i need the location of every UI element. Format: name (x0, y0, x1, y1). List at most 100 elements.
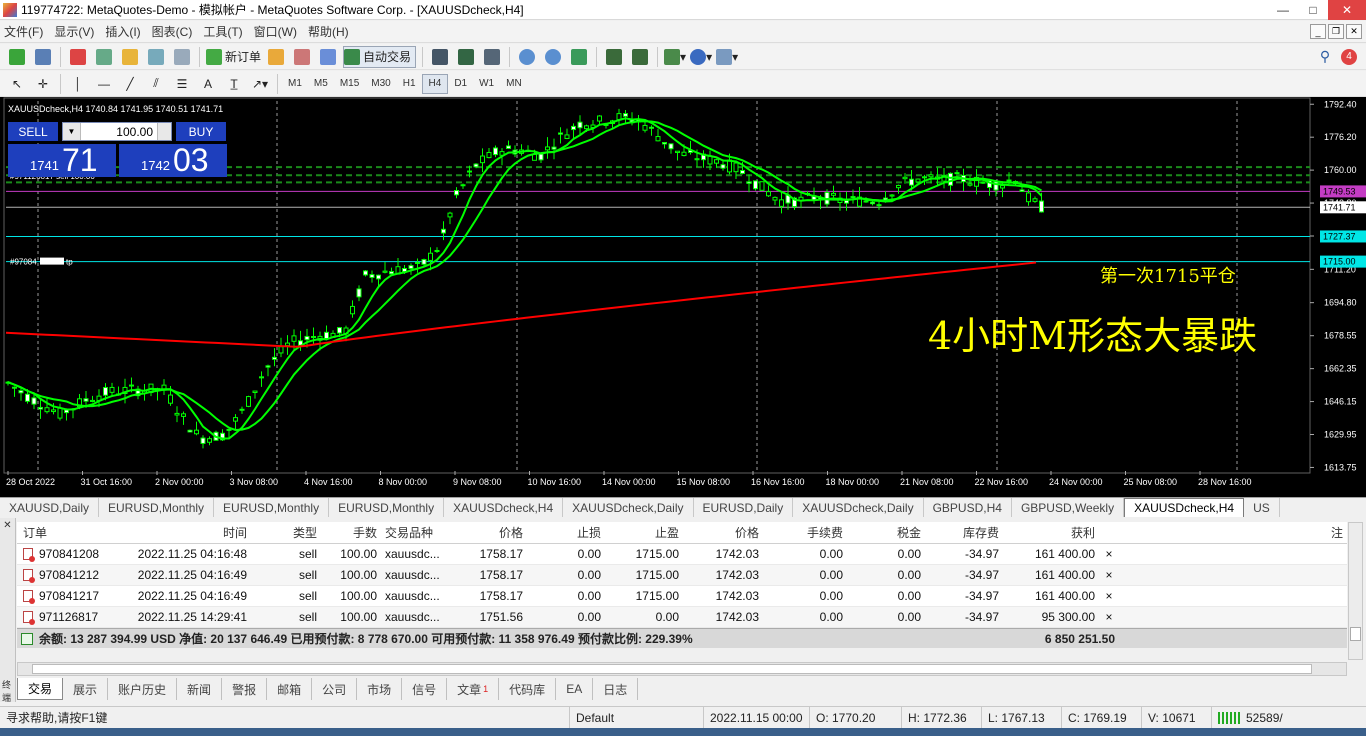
chart-tab[interactable]: EURUSD,Daily (694, 498, 794, 517)
zoom-out-button[interactable] (542, 46, 564, 68)
column-header[interactable]: 订单 (17, 522, 137, 543)
close-icon[interactable]: ✕ (0, 520, 15, 531)
cursor-tool[interactable]: ↖ (6, 73, 28, 95)
column-header[interactable]: 止盈 (605, 522, 683, 543)
terminal-tab[interactable]: 公司 (312, 678, 358, 700)
buy-button[interactable]: BUY (176, 122, 226, 141)
close-position-icon[interactable]: × (1099, 544, 1119, 564)
notifications-button[interactable]: 4 (1338, 46, 1360, 68)
column-header[interactable] (1099, 522, 1119, 543)
terminal-tab[interactable]: 交易 (17, 678, 64, 700)
signals-button[interactable] (317, 46, 339, 68)
indicators-button[interactable]: ▾ (664, 46, 686, 68)
terminal-tab[interactable]: 日志 (593, 678, 639, 700)
mdi-minimize-button[interactable]: _ (1310, 24, 1326, 39)
column-header[interactable]: 价格 (453, 522, 527, 543)
periods-button[interactable]: ▾ (690, 46, 712, 68)
text-label-tool[interactable]: T̲ (223, 73, 245, 95)
column-header[interactable]: 止损 (527, 522, 605, 543)
market-watch-button[interactable] (67, 46, 89, 68)
chart-tab[interactable]: GBPUSD,H4 (924, 498, 1012, 517)
minimize-button[interactable]: — (1268, 0, 1298, 20)
bid-quote[interactable]: 1741 71 (8, 144, 116, 177)
market-button[interactable] (291, 46, 313, 68)
terminal-tab[interactable]: 邮箱 (267, 678, 313, 700)
menu-charts[interactable]: 图表(C) (148, 23, 200, 40)
menu-view[interactable]: 显示(V) (50, 23, 101, 40)
profiles-button[interactable] (32, 46, 54, 68)
menu-window[interactable]: 窗口(W) (250, 23, 304, 40)
maximize-button[interactable]: □ (1298, 0, 1328, 20)
fibonacci-tool[interactable]: ☰ (171, 73, 193, 95)
trendline-tool[interactable]: ╱ (119, 73, 141, 95)
column-header[interactable]: 类型 (253, 522, 323, 543)
terminal-button[interactable] (145, 46, 167, 68)
timeframe-w1[interactable]: W1 (473, 74, 500, 94)
timeframe-m15[interactable]: M15 (334, 74, 365, 94)
search-button[interactable]: ⚲ (1314, 46, 1336, 68)
chart-tab[interactable]: EURUSD,Monthly (214, 498, 330, 517)
zoom-in-button[interactable] (516, 46, 538, 68)
vertical-scrollbar[interactable] (1348, 522, 1363, 660)
new-order-button[interactable]: 新订单 (206, 46, 261, 68)
close-position-icon[interactable]: × (1099, 586, 1119, 606)
volume-field[interactable]: ▼ 100.00 (62, 122, 172, 141)
timeframe-h4[interactable]: H4 (421, 73, 449, 94)
menu-help[interactable]: 帮助(H) (304, 23, 356, 40)
table-row[interactable]: 970841212 2022.11.25 04:16:49 sell 100.00 xa… (17, 565, 1347, 586)
line-chart-button[interactable] (481, 46, 503, 68)
mdi-restore-button[interactable]: ❐ (1328, 24, 1344, 39)
timeframe-mn[interactable]: MN (500, 74, 528, 94)
chart-tab[interactable]: XAUUSDcheck,Daily (563, 498, 694, 517)
table-row[interactable]: 970841208 2022.11.25 04:16:48 sell 100.00 xa… (17, 544, 1347, 565)
column-header[interactable]: 手数 (323, 522, 381, 543)
text-tool[interactable]: A (197, 73, 219, 95)
chart-tab[interactable]: US (1244, 498, 1280, 517)
timeframe-h1[interactable]: H1 (397, 74, 422, 94)
terminal-tab[interactable]: 代码库 (499, 678, 557, 700)
bar-chart-button[interactable] (429, 46, 451, 68)
volume-spinner[interactable] (157, 123, 171, 140)
close-position-icon[interactable]: × (1099, 565, 1119, 585)
column-header[interactable]: 注 (1119, 522, 1347, 543)
crosshair-tool[interactable]: ✛ (32, 73, 54, 95)
close-button[interactable]: ✕ (1328, 0, 1366, 20)
table-row[interactable]: 970841217 2022.11.25 04:16:49 sell 100.00 xa… (17, 586, 1347, 607)
ask-quote[interactable]: 1742 03 (119, 144, 227, 177)
terminal-tab[interactable]: 账户历史 (108, 678, 178, 700)
terminal-tab[interactable]: 新闻 (177, 678, 223, 700)
sell-button[interactable]: SELL (8, 122, 58, 141)
terminal-tab[interactable]: 文章 1 (447, 678, 500, 700)
chart-tab[interactable]: XAUUSDcheck,H4 (1124, 498, 1245, 517)
table-row[interactable]: 971126817 2022.11.25 14:29:41 sell 100.00 xa… (17, 607, 1347, 628)
terminal-tab[interactable]: EA (556, 678, 594, 700)
column-header[interactable]: 交易品种 (381, 522, 453, 543)
column-header[interactable]: 时间 (137, 522, 253, 543)
chart-tab[interactable]: XAUUSDcheck,H4 (444, 498, 564, 517)
horizontal-scrollbar[interactable] (17, 662, 1347, 676)
vertical-line-tool[interactable]: │ (67, 73, 89, 95)
volume-value[interactable]: 100.00 (81, 125, 157, 139)
menu-insert[interactable]: 插入(I) (101, 23, 147, 40)
chart-tab[interactable]: XAUUSD,Daily (0, 498, 100, 517)
timeframe-m1[interactable]: M1 (282, 74, 308, 94)
scrollbar-thumb[interactable] (1350, 627, 1361, 641)
data-window-button[interactable] (93, 46, 115, 68)
new-chart-button[interactable] (6, 46, 28, 68)
chart-shift-button[interactable] (629, 46, 651, 68)
chart-tab[interactable]: EURUSD,Monthly (99, 498, 215, 517)
chart-tab[interactable]: EURUSD,Monthly (329, 498, 445, 517)
close-position-icon[interactable]: × (1099, 607, 1119, 627)
tile-windows-button[interactable] (568, 46, 590, 68)
menu-file[interactable]: 文件(F) (0, 23, 50, 40)
column-header[interactable]: 手续费 (763, 522, 847, 543)
menu-tools[interactable]: 工具(T) (199, 23, 249, 40)
navigator-button[interactable] (119, 46, 141, 68)
mdi-close-button[interactable]: ✕ (1346, 24, 1362, 39)
timeframe-d1[interactable]: D1 (448, 74, 473, 94)
column-header[interactable]: 库存费 (925, 522, 1003, 543)
timeframe-m5[interactable]: M5 (308, 74, 334, 94)
autoscroll-button[interactable] (603, 46, 625, 68)
metaeditor-button[interactable] (265, 46, 287, 68)
channel-tool[interactable]: ⫽ (145, 73, 167, 95)
